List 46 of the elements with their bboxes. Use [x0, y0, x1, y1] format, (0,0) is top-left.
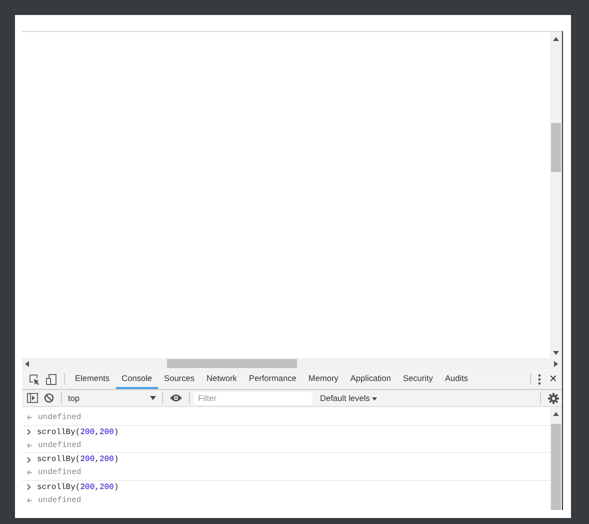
console-result: undefined [38, 440, 82, 450]
sidebar-toggle-icon[interactable] [27, 393, 38, 403]
devtools-tab[interactable]: Security [396, 369, 439, 389]
devtools-tab[interactable]: Performance [242, 369, 302, 389]
eye-icon[interactable] [170, 394, 182, 402]
scroll-up-icon[interactable] [553, 412, 559, 416]
console-result: undefined [38, 413, 82, 422]
result-arrow-icon [27, 415, 32, 420]
scrollbar-thumb[interactable] [167, 359, 297, 368]
caret-icon [372, 397, 378, 401]
result-arrow-icon [27, 470, 32, 476]
input-prompt-icon [27, 429, 31, 435]
close-button[interactable]: ✕ [544, 373, 562, 385]
filter-field[interactable]: Filter [194, 392, 312, 404]
scrollbar-thumb[interactable] [551, 123, 561, 172]
console-command: scrollBy(200,200) [37, 482, 119, 492]
levels-dropdown[interactable]: Default levels [314, 392, 384, 404]
horizontal-scrollbar[interactable] [22, 358, 562, 369]
console-scrollbar[interactable] [550, 407, 562, 510]
scroll-right-icon[interactable] [554, 360, 558, 366]
scroll-up-icon[interactable] [553, 37, 559, 41]
input-prompt-icon [27, 484, 31, 490]
inspect-element-icon[interactable] [29, 374, 40, 384]
result-arrow-icon [27, 498, 32, 503]
devtools-tab[interactable]: Application [344, 369, 397, 389]
dropdown-caret-icon [150, 396, 156, 400]
devtools-tab[interactable]: Audits [438, 369, 474, 389]
context-dropdown[interactable]: top [66, 393, 158, 403]
console-command: scrollBy(200,200) [37, 428, 119, 436]
devtools-tab[interactable]: Sources [158, 369, 200, 389]
clear-console-icon[interactable] [44, 393, 54, 403]
console-command: scrollBy(200,200) [37, 455, 119, 464]
scroll-down-icon[interactable] [553, 351, 559, 355]
result-arrow-icon [27, 442, 32, 448]
console-result: undefined [38, 468, 82, 478]
scroll-left-icon[interactable] [25, 360, 29, 366]
devtools-tab[interactable]: Network [200, 369, 243, 389]
settings-icon[interactable] [548, 392, 559, 404]
input-prompt-icon [27, 456, 31, 462]
devtools-tab[interactable]: Elements [69, 369, 116, 389]
devtools-tab[interactable]: Memory [302, 369, 344, 389]
device-toolbar-icon[interactable] [46, 374, 57, 384]
scrollbar-thumb[interactable] [551, 424, 561, 510]
more-options-icon[interactable] [538, 374, 541, 384]
console-result: undefined [38, 496, 82, 505]
vertical-scrollbar[interactable] [550, 32, 562, 358]
